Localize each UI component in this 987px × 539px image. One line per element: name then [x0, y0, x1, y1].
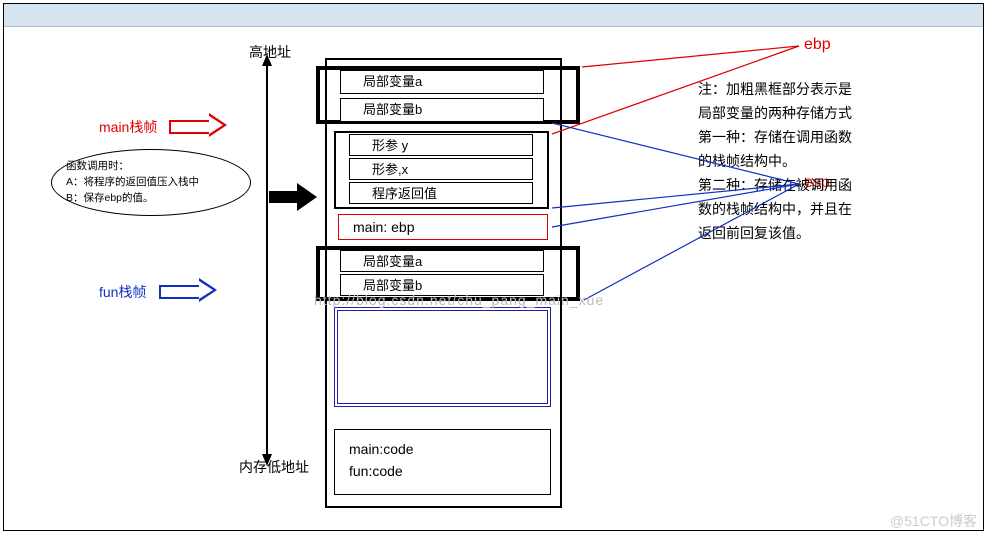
watermark-blog: http://blog.csdn.net/chu_pang_main_xue	[314, 292, 604, 308]
cell-return-value: 程序返回值	[349, 182, 533, 204]
code-box: main:code fun:code	[334, 429, 551, 495]
label-fun-frame: fun栈帧	[99, 282, 146, 302]
cell-param-y: 形参 y	[349, 134, 533, 156]
callout-title: 函数调用时：	[66, 158, 236, 174]
callout-line-b: B：保存ebp的值。	[66, 190, 236, 206]
label-low-address: 内存低地址	[239, 457, 309, 477]
code-fun: fun:code	[349, 460, 536, 482]
notes-block: 注：加粗黑框部分表示是 局部变量的两种存储方式 第一种：存储在调用函数 的栈帧结…	[698, 77, 953, 245]
note-l5: 第二种：存储在被调用函	[698, 173, 953, 197]
empty-region	[334, 307, 551, 407]
label-main-frame: main栈帧	[99, 117, 157, 137]
arrow-main-frame	[169, 116, 229, 134]
cell-local-b-1: 局部变量b	[340, 98, 544, 122]
memory-axis-head-top	[262, 54, 272, 66]
label-ebp: ebp	[804, 36, 831, 54]
watermark-51cto: @51CTO博客	[890, 511, 977, 531]
cell-local-a-2: 局部变量a	[340, 250, 544, 272]
note-l7: 返回前回复该值。	[698, 221, 953, 245]
top-band-decoration	[4, 4, 983, 27]
cell-param-x: 形参,x	[349, 158, 533, 180]
note-l2: 局部变量的两种存储方式	[698, 101, 953, 125]
callout-line-a: A：将程序的返回值压入栈中	[66, 174, 236, 190]
note-l6: 数的栈帧结构中，并且在	[698, 197, 953, 221]
note-l1: 注：加粗黑框部分表示是	[698, 77, 953, 101]
figure-canvas: 高地址 内存低地址 main栈帧 fun栈帧 函数调用时： A：将程序的返回值压…	[3, 3, 984, 531]
note-l4: 的栈帧结构中。	[698, 149, 953, 173]
arrow-fun-frame	[159, 281, 219, 299]
memory-axis-head-bottom	[262, 454, 272, 466]
note-l3: 第一种：存储在调用函数	[698, 125, 953, 149]
code-main: main:code	[349, 438, 536, 460]
memory-axis	[266, 64, 268, 454]
cell-main-ebp: main: ebp	[338, 214, 548, 240]
cell-local-a-1: 局部变量a	[340, 70, 544, 94]
callout-ellipse: 函数调用时： A：将程序的返回值压入栈中 B：保存ebp的值。	[51, 149, 251, 216]
